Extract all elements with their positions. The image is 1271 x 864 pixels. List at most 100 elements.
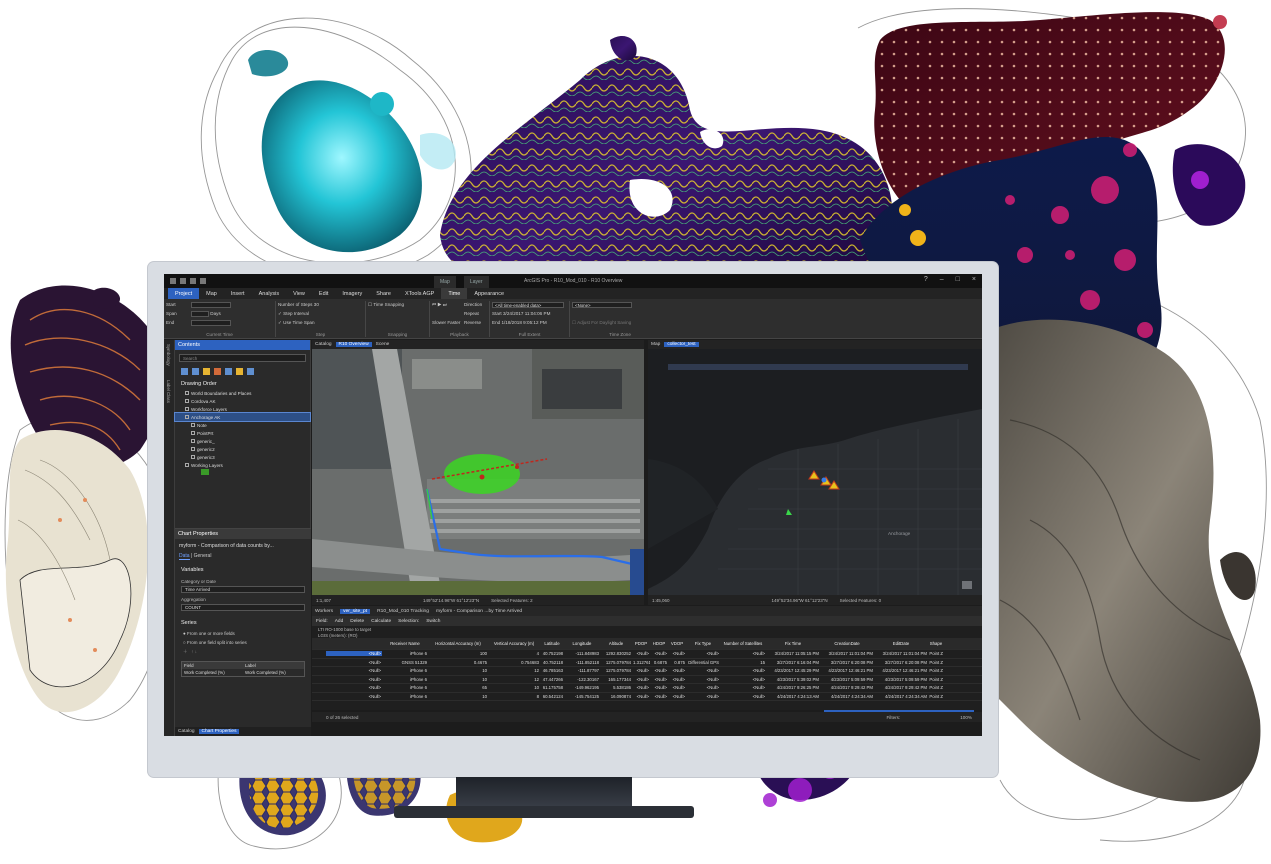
- layer-item[interactable]: Note: [175, 421, 310, 429]
- calculate-field-button[interactable]: Calculate: [371, 619, 391, 624]
- table-cell[interactable]: 61.175758: [540, 685, 564, 690]
- table-cell[interactable]: <Null>: [326, 651, 382, 657]
- table-cell[interactable]: <Null>: [686, 668, 720, 673]
- table-cell[interactable]: <Null>: [720, 685, 766, 690]
- table-row[interactable]: <Null> iPhone 6 10 8 60.542124 -145.754125 16.…: [312, 693, 982, 701]
- tab-xtools[interactable]: XTools AGP: [398, 288, 441, 299]
- layer-item[interactable]: Anchorage AK: [174, 412, 311, 422]
- list-by-labeling-icon[interactable]: [236, 368, 243, 375]
- close-button[interactable]: ×: [972, 276, 976, 283]
- table-cell[interactable]: 4/23/2017 5:39:02 PM: [766, 677, 820, 682]
- layer-item[interactable]: Cordova AK: [175, 397, 310, 405]
- view-tab-r10-overview[interactable]: R10 Overview: [335, 342, 372, 347]
- table-cell[interactable]: 4/24/2017 4:24:13 AM: [766, 694, 820, 699]
- table-cell[interactable]: 0.754683: [488, 660, 540, 665]
- column-header[interactable]: EditDate: [874, 641, 928, 646]
- step-interval-checkbox[interactable]: Step Interval: [283, 311, 309, 316]
- table-cell[interactable]: -111.852118: [564, 660, 600, 665]
- layer-visibility-checkbox[interactable]: [191, 431, 195, 435]
- open-icon[interactable]: [170, 278, 176, 284]
- table-cell[interactable]: 40.752198: [540, 651, 564, 656]
- table-cell[interactable]: 1275.079784: [600, 668, 632, 673]
- column-header[interactable]: Number of Satellites: [720, 641, 766, 646]
- scale-left[interactable]: 1:1,407: [316, 598, 331, 603]
- table-cell[interactable]: -111.848983: [564, 651, 600, 656]
- column-header[interactable]: CreationDate: [820, 641, 874, 646]
- layer-visibility-checkbox[interactable]: [185, 407, 189, 411]
- table-cell[interactable]: Point Z: [928, 685, 944, 690]
- table-cell[interactable]: 47.447266: [540, 677, 564, 682]
- table-cell[interactable]: <Null>: [326, 668, 382, 673]
- table-cell[interactable]: <Null>: [720, 677, 766, 682]
- direction-button[interactable]: Direction: [464, 302, 482, 307]
- scale-right[interactable]: 1:45,060: [652, 598, 670, 603]
- table-cell[interactable]: <Null>: [326, 677, 382, 682]
- list-by-perspective-icon[interactable]: [247, 368, 254, 375]
- minimize-button[interactable]: –: [940, 276, 944, 283]
- save-icon[interactable]: [180, 278, 186, 284]
- table-cell[interactable]: iPhone 6: [382, 651, 428, 656]
- maximize-button[interactable]: □: [956, 276, 960, 283]
- tab-view[interactable]: View: [286, 288, 312, 299]
- layer-visibility-checkbox[interactable]: [185, 415, 189, 419]
- table-cell[interactable]: 65: [428, 685, 488, 690]
- tab-project[interactable]: Project: [168, 288, 200, 299]
- tab-time[interactable]: Time: [441, 288, 468, 299]
- layer-visibility-checkbox[interactable]: [185, 463, 189, 467]
- table-cell[interactable]: <Null>: [632, 677, 650, 682]
- table-cell[interactable]: 4/24/2017 9:29:42 PM: [874, 685, 928, 690]
- tab-map[interactable]: Map: [199, 288, 224, 299]
- side-tab-symbology[interactable]: Symbology: [166, 344, 171, 366]
- reverse-button[interactable]: Reverse: [464, 320, 481, 325]
- table-cell[interactable]: iPhone 6: [382, 685, 428, 690]
- table-cell[interactable]: 0.4675: [428, 660, 488, 665]
- table-cell[interactable]: <Null>: [650, 651, 668, 656]
- table-cell[interactable]: Point Z: [928, 694, 944, 699]
- table-tab-workers[interactable]: Workers: [315, 609, 333, 614]
- table-cell[interactable]: Point Z: [928, 660, 944, 665]
- table-cell[interactable]: iPhone 6: [382, 668, 428, 673]
- table-cell[interactable]: <Null>: [686, 694, 720, 699]
- layer-visibility-checkbox[interactable]: [191, 439, 195, 443]
- table-cell[interactable]: 3/27/2017 6:20:08 PM: [820, 660, 874, 665]
- table-cell[interactable]: 12: [488, 668, 540, 673]
- full-start-value[interactable]: 3/24/2017 11:04:06 PM: [503, 311, 550, 316]
- table-row[interactable]: <Null> GNSS 51329 0.4675 0.754683 40.752118-…: [312, 659, 982, 667]
- use-time-span-checkbox[interactable]: Use Time Span: [283, 320, 314, 325]
- table-cell[interactable]: -111.87797: [564, 668, 600, 673]
- list-by-editing-icon[interactable]: [214, 368, 221, 375]
- table-cell[interactable]: 3/24/2017 11:05:15 PM: [766, 651, 820, 656]
- table-cell[interactable]: 4/24/2017 9:26:25 PM: [766, 685, 820, 690]
- layer-item[interactable]: World Boundaries and Places: [175, 389, 310, 397]
- table-cell[interactable]: Point Z: [928, 651, 944, 656]
- table-cell[interactable]: <Null>: [326, 694, 382, 699]
- table-cell[interactable]: 10: [428, 694, 488, 699]
- table-row[interactable]: <Null> iPhone 6 10 12 46.785163 -111.87797 127…: [312, 667, 982, 676]
- table-cell[interactable]: iPhone 6: [382, 694, 428, 699]
- adjust-dst-checkbox[interactable]: Adjust For Daylight Saving: [577, 320, 631, 325]
- table-row[interactable]: <Null> iPhone 6 65 10 61.175758 -149.962195 5.…: [312, 684, 982, 693]
- table-tab-comparison[interactable]: myform - Comparison ...by Time Arrived: [436, 609, 522, 614]
- contents-search[interactable]: Search: [179, 354, 306, 362]
- span-field[interactable]: [191, 311, 210, 317]
- column-header[interactable]: Fix Type: [686, 641, 720, 646]
- tab-chart-properties[interactable]: Chart Properties: [198, 729, 240, 734]
- add-field-button[interactable]: Add: [335, 619, 344, 624]
- column-header[interactable]: Horizontal Accuracy (m): [428, 641, 488, 646]
- context-tab-map[interactable]: Map: [434, 276, 456, 288]
- radio-one-or-more-fields[interactable]: ● From one or more fields: [175, 629, 311, 638]
- tab-insert[interactable]: Insert: [224, 288, 252, 299]
- table-cell[interactable]: 100: [428, 651, 488, 656]
- list-by-source-icon[interactable]: [192, 368, 199, 375]
- table-cell[interactable]: <Null>: [720, 651, 766, 656]
- table-cell[interactable]: <Null>: [650, 677, 668, 682]
- layer-visibility-checkbox[interactable]: [191, 455, 195, 459]
- table-cell[interactable]: 12: [488, 677, 540, 682]
- table-cell[interactable]: <Null>: [668, 651, 686, 656]
- tab-appearance[interactable]: Appearance: [467, 288, 511, 299]
- table-cell[interactable]: 10: [428, 668, 488, 673]
- table-cell[interactable]: 0.6875: [650, 660, 668, 665]
- table-cell[interactable]: <Null>: [650, 685, 668, 690]
- table-cell[interactable]: 10: [428, 677, 488, 682]
- table-cell[interactable]: <Null>: [668, 685, 686, 690]
